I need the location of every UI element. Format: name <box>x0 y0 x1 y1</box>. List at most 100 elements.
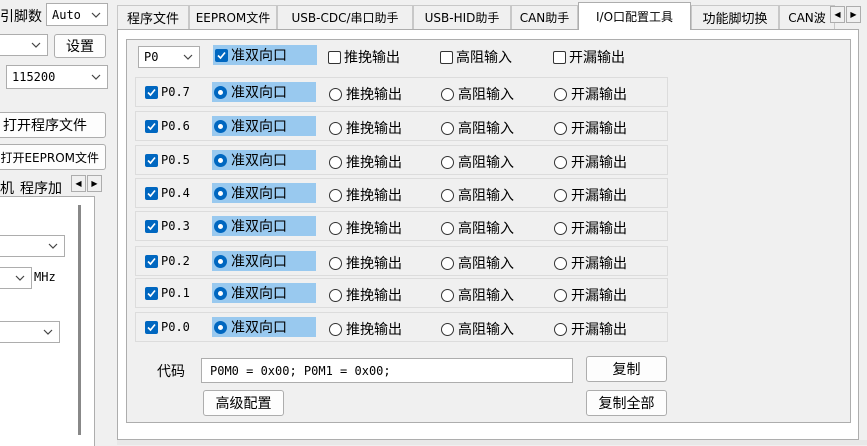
mode-radio[interactable]: 准双向口 <box>212 251 316 271</box>
radio-unselected-icon <box>554 87 567 101</box>
mode-radio[interactable]: 高阻输入 <box>441 285 514 305</box>
open-eeprom-button[interactable]: 打开EEPROM文件 <box>0 144 106 170</box>
tab-usb-cdc[interactable]: USB-CDC/串口助手 <box>277 5 413 29</box>
tab-scroll-right-button[interactable]: ▶ <box>87 175 102 192</box>
port-select[interactable]: P0 <box>138 46 200 68</box>
header-option-opendrain[interactable]: 开漏输出 <box>553 47 625 67</box>
mode-radio[interactable]: 准双向口 <box>212 150 316 170</box>
radio-unselected-icon <box>441 322 454 336</box>
pin-enable-checkbox[interactable]: P0.3 <box>145 219 190 233</box>
tab-eeprom-file[interactable]: EEPROM文件 <box>189 5 277 29</box>
mode-radio[interactable]: 准双向口 <box>212 183 316 203</box>
mode-label: 准双向口 <box>231 254 287 270</box>
pin-label: P0.4 <box>161 186 190 200</box>
pin-enable-checkbox[interactable]: P0.0 <box>145 320 190 334</box>
scrollbar[interactable] <box>78 205 81 435</box>
tab-can[interactable]: CAN助手 <box>511 5 578 29</box>
mode-radio[interactable]: 准双向口 <box>212 283 316 303</box>
copy-all-button[interactable]: 复制全部 <box>586 390 667 416</box>
radio-selected-icon <box>214 320 227 334</box>
tab-function-switch[interactable]: 功能脚切换 <box>691 5 779 29</box>
pin-enable-checkbox[interactable]: P0.6 <box>145 119 190 133</box>
radio-unselected-icon <box>441 256 454 270</box>
pin-label: P0.0 <box>161 320 190 334</box>
mode-radio[interactable]: 开漏输出 <box>554 319 627 339</box>
code-field[interactable]: P0M0 = 0x00; P0M1 = 0x00; <box>201 358 573 383</box>
mode-radio[interactable]: 推挽输出 <box>329 84 402 104</box>
mode-radio[interactable]: 推挽输出 <box>329 253 402 273</box>
pin-enable-checkbox[interactable]: P0.4 <box>145 186 190 200</box>
mode-radio[interactable]: 开漏输出 <box>554 218 627 238</box>
open-program-label: 打开程序文件 <box>3 118 87 134</box>
mode-radio[interactable]: 推挽输出 <box>329 118 402 138</box>
pin-enable-checkbox[interactable]: P0.2 <box>145 254 190 268</box>
copy-button[interactable]: 复制 <box>586 356 667 382</box>
header-option-highz[interactable]: 高阻输入 <box>440 47 512 67</box>
pin-enable-checkbox[interactable]: P0.7 <box>145 85 190 99</box>
partial-tab-2[interactable]: 程序加 <box>20 178 62 198</box>
mode-radio[interactable]: 高阻输入 <box>441 84 514 104</box>
radio-unselected-icon <box>329 256 342 270</box>
mode-radio[interactable]: 推挽输出 <box>329 218 402 238</box>
pin-enable-checkbox[interactable]: P0.1 <box>145 286 190 300</box>
open-program-button[interactable]: 打开程序文件 <box>0 112 106 138</box>
mode-radio[interactable]: 高阻输入 <box>441 253 514 273</box>
port-select-left[interactable] <box>0 34 48 56</box>
mode-radio[interactable]: 推挽输出 <box>329 152 402 172</box>
chevron-down-icon <box>48 243 58 249</box>
pin-row: P0.4 准双向口 推挽输出 高阻输入 开漏输出 <box>135 178 668 208</box>
mode-radio[interactable]: 高阻输入 <box>441 152 514 172</box>
mode-radio[interactable]: 开漏输出 <box>554 152 627 172</box>
tab-program-file[interactable]: 程序文件 <box>117 5 189 29</box>
port-select-value: P0 <box>144 50 159 64</box>
mode-radio[interactable]: 开漏输出 <box>554 285 627 305</box>
mode-radio[interactable]: 高阻输入 <box>441 118 514 138</box>
mode-label: 开漏输出 <box>571 155 627 171</box>
baud-select[interactable]: 115200 <box>6 65 108 89</box>
radio-unselected-icon <box>329 121 342 135</box>
radio-selected-icon <box>214 153 227 167</box>
mode-radio[interactable]: 推挽输出 <box>329 319 402 339</box>
mode-label: 准双向口 <box>231 85 287 101</box>
settings-button[interactable]: 设置 <box>54 34 106 58</box>
header-option-pushpull[interactable]: 推挽输出 <box>328 47 400 67</box>
mode-label: 高阻输入 <box>458 87 514 103</box>
pin-count-select[interactable]: Auto <box>46 3 108 26</box>
header-option-quasi[interactable]: 准双向口 <box>213 45 317 65</box>
mode-radio[interactable]: 开漏输出 <box>554 253 627 273</box>
mode-radio[interactable]: 准双向口 <box>212 216 316 236</box>
mode-radio[interactable]: 开漏输出 <box>554 118 627 138</box>
checkbox-checked-icon <box>145 286 158 300</box>
radio-unselected-icon <box>554 188 567 202</box>
left-select-1[interactable] <box>0 235 65 257</box>
radio-unselected-icon <box>329 155 342 169</box>
mode-label: 推挽输出 <box>346 221 402 237</box>
mode-radio[interactable]: 推挽输出 <box>329 185 402 205</box>
tab-scroll-left-button[interactable]: ◀ <box>71 175 86 192</box>
freq-select[interactable] <box>0 267 32 289</box>
mode-radio[interactable]: 高阻输入 <box>441 319 514 339</box>
mode-radio[interactable]: 开漏输出 <box>554 84 627 104</box>
tab-io-config[interactable]: I/O口配置工具 <box>578 2 691 30</box>
advanced-config-button[interactable]: 高级配置 <box>203 390 284 416</box>
mode-radio[interactable]: 准双向口 <box>212 82 316 102</box>
partial-tab-1[interactable]: 机 <box>0 178 14 198</box>
mode-radio[interactable]: 准双向口 <box>212 116 316 136</box>
left-select-2[interactable] <box>0 321 60 343</box>
radio-unselected-icon <box>554 322 567 336</box>
radio-unselected-icon <box>554 155 567 169</box>
tab-usb-hid[interactable]: USB-HID助手 <box>413 5 511 29</box>
tab-scroll-left-button[interactable]: ◀ <box>830 6 845 23</box>
mode-label: 推挽输出 <box>346 256 402 272</box>
mode-radio[interactable]: 开漏输出 <box>554 185 627 205</box>
tab-scroll-right-button[interactable]: ▶ <box>846 6 861 23</box>
pin-enable-checkbox[interactable]: P0.5 <box>145 153 190 167</box>
tab-can-wave[interactable]: CAN波 <box>779 5 835 29</box>
mode-radio[interactable]: 推挽输出 <box>329 285 402 305</box>
pin-label: P0.7 <box>161 85 190 99</box>
mode-radio[interactable]: 高阻输入 <box>441 218 514 238</box>
checkbox-checked-icon <box>145 85 158 99</box>
radio-selected-icon <box>214 219 227 233</box>
mode-radio[interactable]: 准双向口 <box>212 317 316 337</box>
mode-radio[interactable]: 高阻输入 <box>441 185 514 205</box>
